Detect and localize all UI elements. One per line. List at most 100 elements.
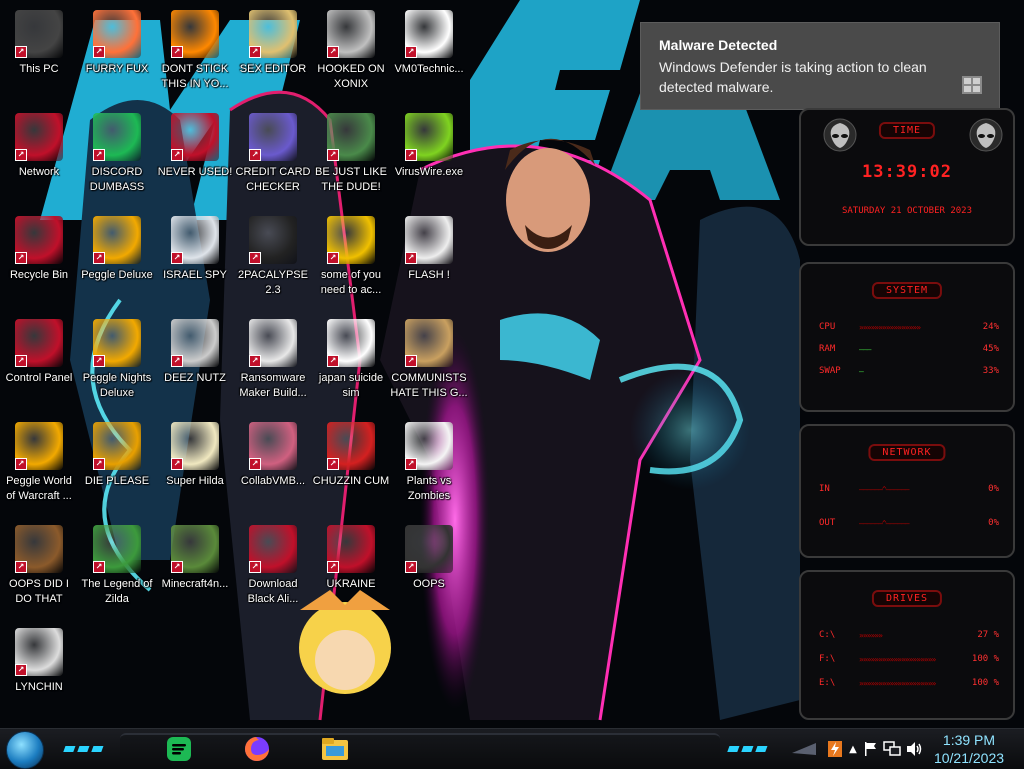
start-button[interactable]: [6, 731, 44, 769]
drives-gadget-title: DRIVES: [871, 590, 943, 607]
shortcut-arrow-icon: ↗: [171, 561, 183, 573]
system-row-ram: RAM ——— 45%: [819, 344, 999, 354]
drive-row-c: C:\ »»»»»» 27 %: [819, 630, 999, 640]
desktop-icon[interactable]: ↗ NEVER USED!: [156, 107, 234, 207]
tray-network-button[interactable]: [882, 735, 902, 763]
file-explorer-taskbar-button[interactable]: [318, 733, 352, 765]
desktop-icon[interactable]: ↗ CREDIT CARD CHECKER: [234, 107, 312, 207]
desktop-icon-label: 2PACALYPSE 2.3: [238, 269, 308, 296]
time-gadget: TIME 13:39:02 SATURDAY 21 OCTOBER 2023: [799, 108, 1015, 246]
desktop-icon[interactable]: ↗ Super Hilda: [156, 416, 234, 516]
shortcut-arrow-icon: ↗: [249, 149, 261, 161]
desktop-icon[interactable]: ↗ Download Black Ali...: [234, 519, 312, 619]
desktop-icon[interactable]: ↗ some of you need to ac...: [312, 210, 390, 310]
taskbar-decoration: [792, 743, 816, 755]
desktop-icon[interactable]: ↗ UKRAINE: [312, 519, 390, 619]
desktop-icon[interactable]: ↗ Peggle World of Warcraft ...: [0, 416, 78, 516]
network-graph: ——————^——————: [859, 518, 910, 528]
desktop-icon[interactable]: ↗ CollabVMB...: [234, 416, 312, 516]
taskbar-clock[interactable]: 1:39 PM 10/21/2023: [924, 731, 1014, 767]
devcpp-icon: ↗: [171, 113, 219, 161]
peggle-icon: ↗: [93, 319, 141, 367]
spotify-icon: [167, 737, 191, 761]
system-gadget-title: SYSTEM: [871, 282, 943, 299]
document-icon: ↗: [405, 216, 453, 264]
desktop-icon[interactable]: ↗ Network: [0, 107, 78, 207]
desktop-icon-label: OOPS DID I DO THAT: [9, 578, 69, 605]
doctor-icon: ↗: [405, 10, 453, 58]
tray-action-center-button[interactable]: [862, 735, 880, 763]
shortcut-arrow-icon: ↗: [93, 252, 105, 264]
gadget-date: SATURDAY 21 OCTOBER 2023: [841, 206, 973, 216]
tray-show-hidden-button[interactable]: ▲: [846, 735, 860, 763]
desktop-icon[interactable]: ↗ This PC: [0, 4, 78, 104]
shortcut-arrow-icon: ↗: [249, 252, 261, 264]
desktop-icon[interactable]: ↗ OOPS: [390, 519, 468, 619]
tray-volume-button[interactable]: [904, 735, 924, 763]
desktop-icon[interactable]: ↗ OOPS DID I DO THAT: [0, 519, 78, 619]
control-panel-icon: ↗: [15, 319, 63, 367]
desktop-icon[interactable]: ↗ FURRY FUX: [78, 4, 156, 104]
desktop-icon-label: DEEZ NUTZ: [164, 372, 226, 384]
desktop-icon[interactable]: ↗ Recycle Bin: [0, 210, 78, 310]
desktop-icon[interactable]: ↗ BE JUST LIKE THE DUDE!: [312, 107, 390, 207]
desktop-icon-label: LYNCHIN: [15, 681, 63, 693]
system-row-value: 45%: [982, 344, 999, 354]
desktop-icon[interactable]: ↗ DONT STICK THIS IN YO...: [156, 4, 234, 104]
desktop-icon[interactable]: ↗ Minecraft4n...: [156, 519, 234, 619]
desktop-icon[interactable]: ↗ ISRAEL SPY: [156, 210, 234, 310]
desktop-icon[interactable]: ↗ HOOKED ON XONIX: [312, 4, 390, 104]
shortcut-arrow-icon: ↗: [249, 355, 261, 367]
desktop-icon[interactable]: ↗ Ransomware Maker Build...: [234, 313, 312, 413]
desktop-icon[interactable]: ↗ COMMUNISTS HATE THIS G...: [390, 313, 468, 413]
desktop-icon[interactable]: ↗ VM0Technic...: [390, 4, 468, 104]
desktop-icon-label: CHUZZIN CUM: [312, 475, 390, 487]
desktop-icon[interactable]: ↗ Peggle Nights Deluxe: [78, 313, 156, 413]
desktop-icon-label: DONT STICK THIS IN YO...: [161, 63, 229, 90]
network-row-value: 0%: [988, 484, 999, 494]
pixel-hero-icon: ↗: [93, 525, 141, 573]
desktop-icon-label: VM0Technic...: [394, 63, 464, 75]
desktop-icon[interactable]: ↗ CHUZZIN CUM: [312, 416, 390, 516]
desktop-icon[interactable]: ↗ DEEZ NUTZ: [156, 313, 234, 413]
time-gadget-title: TIME: [878, 122, 936, 139]
taskbar-app-area: [120, 733, 720, 767]
desktop-icon-label: OOPS: [413, 578, 445, 590]
system-gadget: SYSTEM CPU »»»»»»»»»»»»»»»» 24% RAM ——— …: [799, 262, 1015, 412]
malware-notification[interactable]: Malware Detected Windows Defender is tak…: [640, 22, 1000, 110]
network-gadget-title: NETWORK: [868, 444, 946, 461]
usage-arrows: »»»»»»: [859, 630, 883, 640]
desktop-icon[interactable]: ↗ 2PACALYPSE 2.3: [234, 210, 312, 310]
usage-arrows: »»»»»»»»»»»»»»»»»»»»: [859, 678, 936, 688]
firefox-taskbar-button[interactable]: [240, 733, 274, 765]
desktop-icon[interactable]: ↗ DIE PLEASE: [78, 416, 156, 516]
shortcut-arrow-icon: ↗: [327, 252, 339, 264]
shortcut-arrow-icon: ↗: [327, 355, 339, 367]
usage-arrows: »»»»»»»»»»»»»»»»»»»»: [859, 654, 936, 664]
lime-icon: ↗: [405, 113, 453, 161]
tray-lightning-button[interactable]: [826, 735, 844, 763]
shortcut-arrow-icon: ↗: [15, 46, 27, 58]
notification-body: Windows Defender is taking action to cle…: [659, 59, 927, 95]
desktop-icon-label: HOOKED ON XONIX: [317, 63, 385, 90]
santa-icon: ↗: [327, 113, 375, 161]
desktop-icon[interactable]: ↗ japan suicide sim: [312, 313, 390, 413]
desktop-icon[interactable]: ↗ The Legend of Zilda: [78, 519, 156, 619]
desktop-icon[interactable]: ↗ Plants vs Zombies: [390, 416, 468, 516]
desktop-icon[interactable]: ↗ SEX EDITOR: [234, 4, 312, 104]
shortcut-arrow-icon: ↗: [249, 46, 261, 58]
desktop-icon[interactable]: ↗ DISCORD DUMBASS: [78, 107, 156, 207]
desktop-icon[interactable]: ↗ FLASH !: [390, 210, 468, 310]
shortcut-arrow-icon: ↗: [249, 561, 261, 573]
desktop-icon[interactable]: ↗ Control Panel: [0, 313, 78, 413]
beaver-icon: ↗: [327, 216, 375, 264]
desktop-icon-label: Peggle Nights Deluxe: [82, 372, 152, 399]
hex-editor-icon: ↗: [249, 10, 297, 58]
desktop-icon[interactable]: ↗ Peggle Deluxe: [78, 210, 156, 310]
system-row-cpu: CPU »»»»»»»»»»»»»»»» 24%: [819, 322, 999, 332]
network-row-label: OUT: [819, 518, 836, 528]
chuzzle-icon: ↗: [327, 422, 375, 470]
spotify-taskbar-button[interactable]: [162, 733, 196, 765]
desktop-icon[interactable]: ↗ VirusWire.exe: [390, 107, 468, 207]
desktop-icon[interactable]: ↗ LYNCHIN: [0, 622, 78, 722]
